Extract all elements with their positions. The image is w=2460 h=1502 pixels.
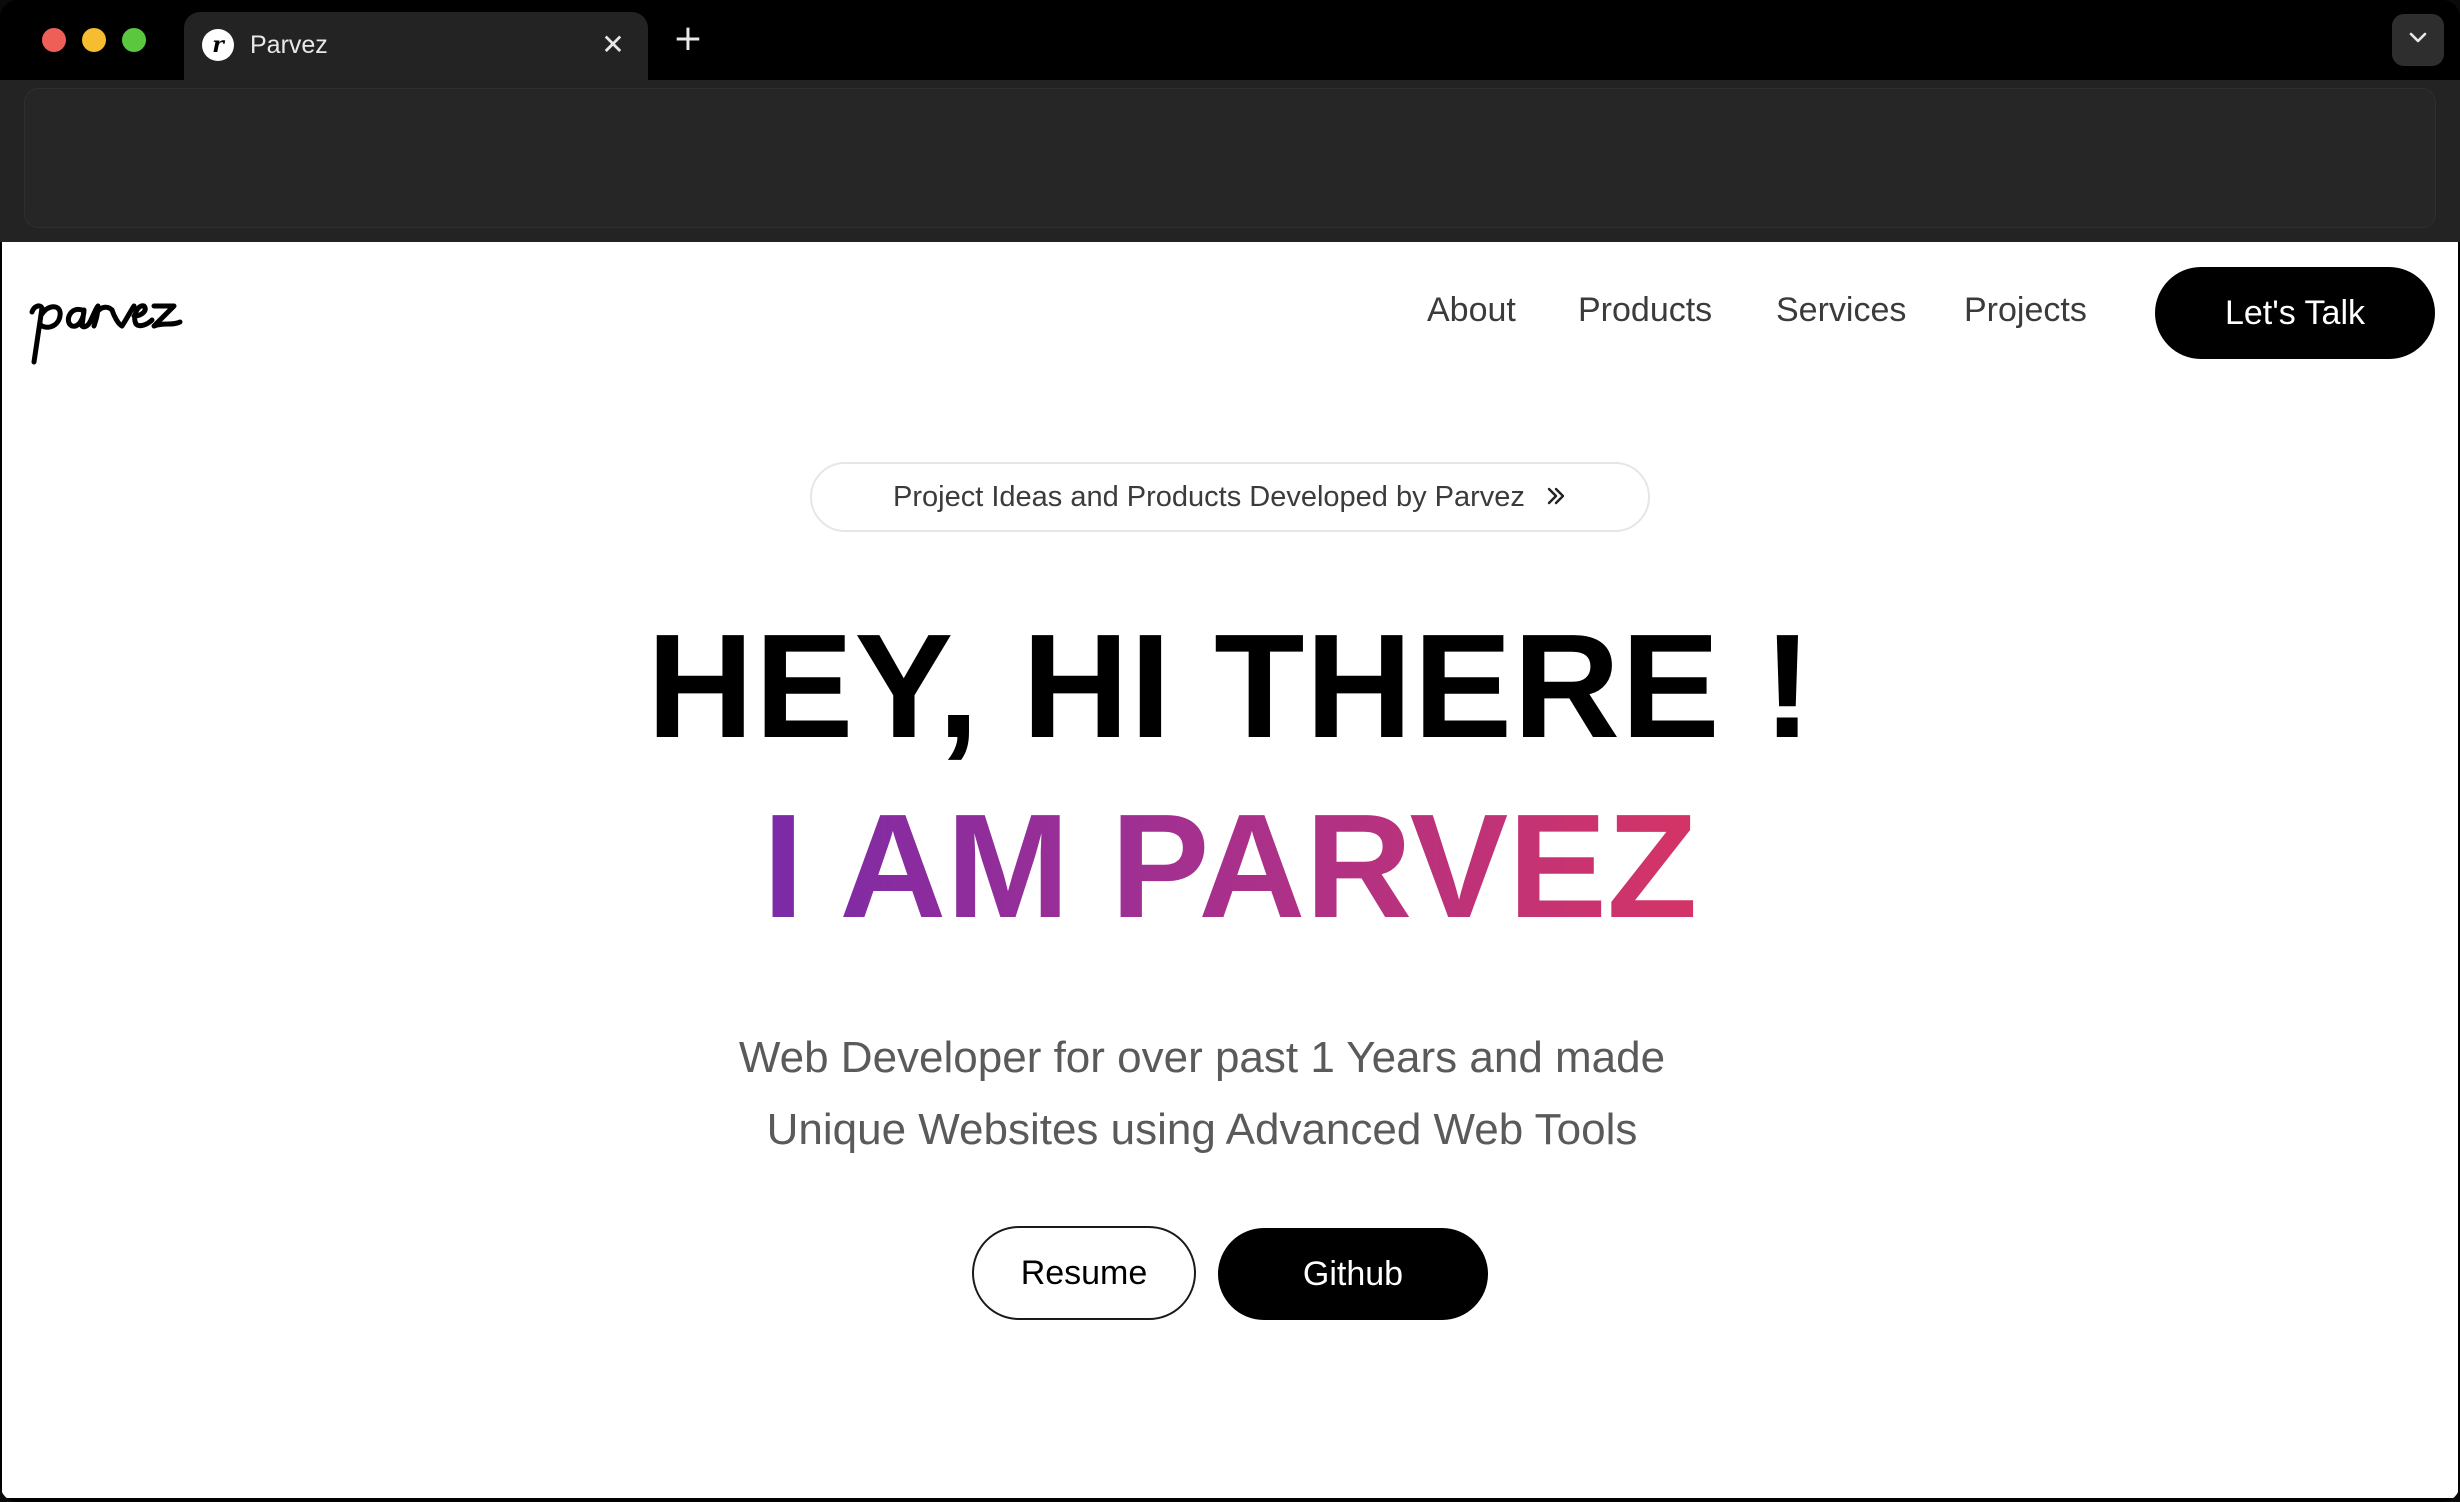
tab-title: Parvez	[250, 31, 328, 59]
lets-talk-button[interactable]: Let's Talk	[2155, 267, 2435, 359]
web-page: About Products Services Projects Let's T…	[2, 242, 2458, 1498]
new-tab-button[interactable]: +	[668, 20, 708, 60]
close-window-button[interactable]	[42, 28, 66, 52]
github-button[interactable]: Github	[1218, 1228, 1488, 1320]
site-logo[interactable]	[24, 276, 224, 366]
nav-link-about[interactable]: About	[1427, 290, 1516, 330]
chevron-down-icon	[2409, 32, 2427, 43]
toolbar-area	[24, 88, 2436, 228]
projects-announcement-link[interactable]: Project Ideas and Products Developed by …	[810, 462, 1650, 532]
favicon-icon: r	[202, 29, 234, 61]
tab-bar: r Parvez ✕ +	[0, 0, 2460, 80]
close-tab-icon[interactable]: ✕	[596, 28, 630, 62]
tab-list-dropdown-button[interactable]	[2392, 14, 2444, 66]
hero-headline: HEY, HI THERE !	[646, 604, 1814, 769]
hero-name-line: I AM PARVEZ	[2, 782, 2458, 952]
hero-subtitle-line-2: Unique Websites using Advanced Web Tools	[766, 1105, 1638, 1154]
nav-link-projects[interactable]: Projects	[1964, 290, 2087, 330]
browser-toolbar	[0, 80, 2460, 242]
browser-tab[interactable]: r Parvez ✕	[184, 12, 648, 80]
minimize-window-button[interactable]	[82, 28, 106, 52]
hero-subtitle-line-1: Web Developer for over past 1 Years and …	[738, 1033, 1666, 1082]
nav-link-products[interactable]: Products	[1578, 290, 1712, 330]
hero-subtitle: Web Developer for over past 1 Years and …	[2, 1022, 2402, 1166]
chevrons-right-icon	[1547, 488, 1565, 505]
maximize-window-button[interactable]	[122, 28, 146, 52]
browser-window: r Parvez ✕ + About Products Services Pro…	[0, 0, 2460, 1502]
announcement-text: Project Ideas and Products Developed by …	[893, 481, 1525, 513]
resume-button[interactable]: Resume	[972, 1226, 1196, 1320]
nav-link-services[interactable]: Services	[1776, 290, 1906, 330]
hero-name-text: I AM PARVEZ	[762, 784, 1698, 949]
